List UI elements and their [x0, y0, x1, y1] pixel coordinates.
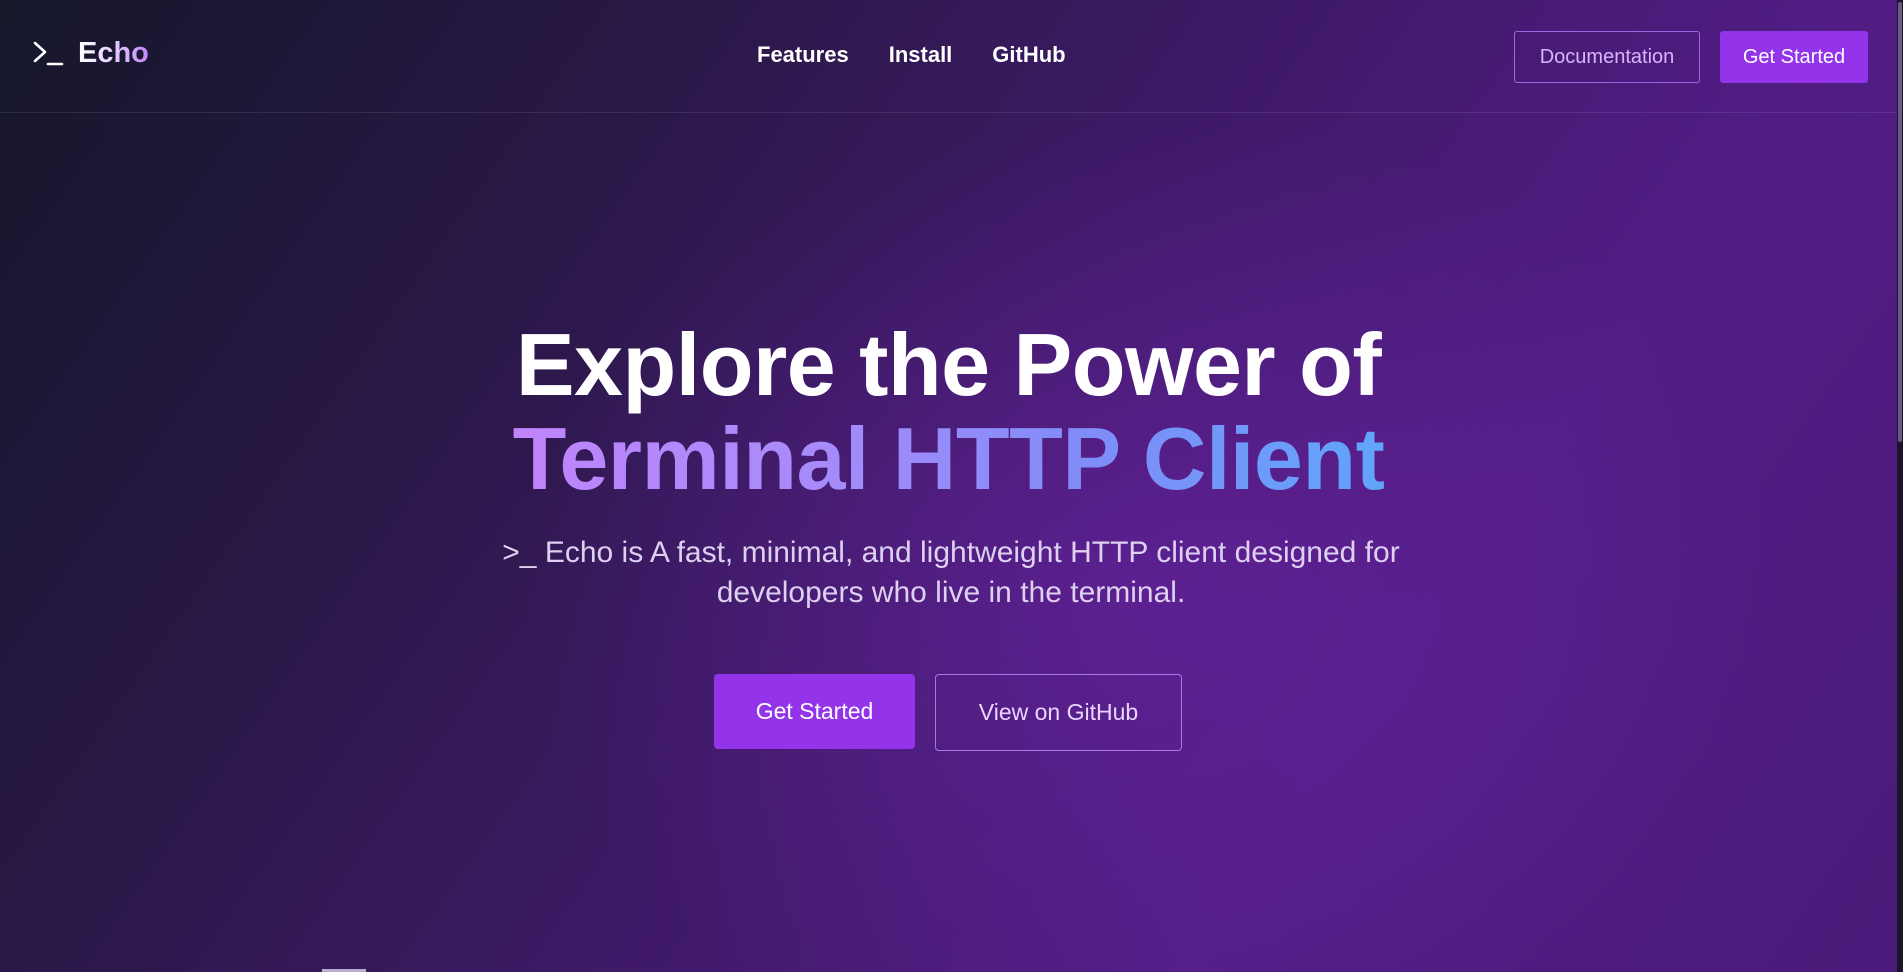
nav-link-features[interactable]: Features	[757, 42, 849, 67]
hero-subtitle: >_ Echo is A fast, minimal, and lightwei…	[451, 533, 1451, 613]
top-navbar: Echo Features Install GitHub Documentati…	[0, 0, 1897, 113]
terminal-prompt-icon	[33, 41, 64, 66]
hero-title-line2-wrapper: Terminal HTTP Client	[0, 415, 1897, 503]
hero-subtitle-line1: >_ Echo is A fast, minimal, and lightwei…	[502, 536, 1400, 569]
nav-link-install[interactable]: Install	[889, 42, 953, 67]
brand-name: Echo	[78, 36, 149, 69]
hero-get-started-button[interactable]: Get Started	[714, 674, 915, 749]
nav-get-started-button[interactable]: Get Started	[1720, 31, 1868, 83]
hero-title-line1: Explore the Power of	[515, 315, 1382, 414]
nav-link-github[interactable]: GitHub	[992, 42, 1065, 67]
brand-logo-link[interactable]: Echo	[32, 38, 149, 68]
hero-subtitle-line2: developers who live in the terminal.	[716, 576, 1186, 609]
page: Echo Features Install GitHub Documentati…	[0, 0, 1903, 972]
nav-links: Features Install GitHub	[757, 42, 1066, 67]
scrollbar[interactable]	[1897, 0, 1903, 972]
view-on-github-button[interactable]: View on GitHub	[935, 674, 1182, 751]
documentation-button[interactable]: Documentation	[1514, 31, 1700, 83]
hero-title-line2: Terminal HTTP Client	[512, 409, 1385, 508]
scrollbar-thumb[interactable]	[1898, 2, 1902, 442]
